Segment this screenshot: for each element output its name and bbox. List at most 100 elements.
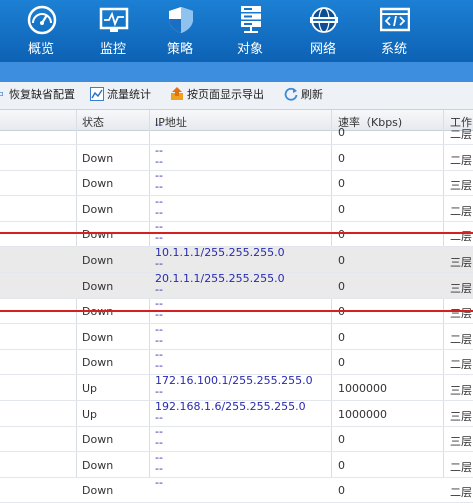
status-cell: Up bbox=[82, 382, 98, 395]
ip-cell: 172.16.100.1/255.255.255.0 -- bbox=[155, 375, 313, 397]
mode-cell: 三层 bbox=[450, 179, 472, 192]
export-label: 按页面显示导出 bbox=[187, 88, 264, 101]
table-row[interactable]: Up 192.168.1.6/255.255.255.0 -- 1000000 三层 bbox=[0, 401, 473, 427]
table-row[interactable]: Down ---- 0 三层 bbox=[0, 426, 473, 452]
traffic-stats-label: 流量统计 bbox=[107, 88, 151, 101]
nav-label: 策略 bbox=[166, 42, 193, 57]
ip-address: 10.1.1.1/255.255.255.0 bbox=[155, 246, 285, 259]
toolbar: 恢复缺省配置 流量统计 按页面显示导出 刷新 bbox=[0, 82, 473, 110]
ip-address: 172.16.100.1/255.255.255.0 bbox=[155, 374, 313, 387]
refresh-button[interactable]: 刷新 bbox=[284, 86, 323, 105]
table-row[interactable]: Down -- -- 0 二层 bbox=[0, 196, 473, 222]
table-row[interactable]: Down -- -- 0 二层 bbox=[0, 145, 473, 171]
mode-cell: 二层 bbox=[450, 461, 472, 474]
mode-cell: 二层 bbox=[450, 128, 472, 141]
ip-cell: -- bbox=[155, 477, 163, 488]
ip-cell: -- -- bbox=[155, 145, 163, 167]
highlight-line-bottom bbox=[0, 310, 473, 312]
table-row[interactable]: -- 0 二层 bbox=[0, 119, 473, 145]
nav-label: 概览 bbox=[27, 42, 54, 57]
ip-cell: -- -- bbox=[155, 349, 163, 371]
speed-cell: 0 bbox=[338, 459, 345, 472]
ip-address: -- bbox=[155, 118, 163, 131]
ip-cell: -- -- bbox=[155, 298, 163, 320]
ip-address: -- bbox=[155, 476, 163, 489]
ip-secondary: -- bbox=[155, 283, 163, 296]
mode-cell: 三层 bbox=[450, 410, 472, 423]
nav-item-policy[interactable]: 策略 bbox=[149, 0, 211, 62]
table-row[interactable]: Down -- -- 0 二层 bbox=[0, 452, 473, 478]
speed-cell: 0 bbox=[338, 203, 345, 216]
mode-cell: 二层 bbox=[450, 486, 472, 499]
speed-cell: 0 bbox=[338, 228, 345, 241]
server-rack-icon bbox=[241, 6, 261, 33]
table-row[interactable]: Down -- -- 0 二层 bbox=[0, 221, 473, 247]
status-cell: Down bbox=[82, 484, 114, 497]
shield-icon bbox=[169, 7, 193, 33]
status-cell: Down bbox=[82, 280, 114, 293]
ip-address: 20.1.1.1/255.255.255.0 bbox=[155, 272, 285, 285]
speed-cell: 0 bbox=[338, 356, 345, 369]
ip-cell: -- -- bbox=[155, 452, 163, 474]
status-cell: Down bbox=[82, 356, 114, 369]
mode-cell: 三层 bbox=[450, 282, 472, 295]
ip-secondary: -- bbox=[155, 385, 163, 398]
table-row[interactable]: Down 10.1.1.1/255.255.255.0 -- 0 三层 bbox=[0, 247, 473, 273]
export-button[interactable]: 按页面显示导出 bbox=[170, 86, 264, 105]
nav-item-network[interactable]: 网络 bbox=[292, 0, 354, 62]
speed-cell: 0 bbox=[338, 280, 345, 293]
table-row[interactable]: Up 172.16.100.1/255.255.255.0 -- 1000000 三层 bbox=[0, 375, 473, 401]
ip-cell: 20.1.1.1/255.255.255.0 -- bbox=[155, 273, 285, 295]
speed-cell: 0 bbox=[338, 433, 345, 446]
status-cell: Down bbox=[82, 152, 114, 165]
nav-item-monitor[interactable]: 监控 bbox=[82, 0, 144, 62]
ip-secondary: -- bbox=[155, 436, 163, 449]
ip-cell: -- -- bbox=[155, 426, 163, 448]
monitor-icon bbox=[99, 7, 129, 32]
table-row[interactable]: Down ---- 0 三层 bbox=[0, 170, 473, 196]
mode-cell: 三层 bbox=[450, 384, 472, 397]
mode-cell: 二层 bbox=[450, 358, 472, 371]
table-row[interactable]: Down 20.1.1.1/255.255.255.0 -- 0 三层 bbox=[0, 273, 473, 299]
mode-cell: 二层 bbox=[450, 205, 472, 218]
ip-secondary: -- bbox=[155, 411, 163, 424]
top-navigation-bar: 概览 监控 策略 对象 网络 系统 bbox=[0, 0, 473, 62]
ip-secondary: -- bbox=[155, 359, 163, 372]
ip-cell: 10.1.1.1/255.255.255.0 -- bbox=[155, 247, 285, 269]
status-cell: Down bbox=[82, 177, 114, 190]
ip-cell: 192.168.1.6/255.255.255.0 -- bbox=[155, 401, 306, 423]
status-cell: Down bbox=[82, 228, 114, 241]
speed-cell: 1000000 bbox=[338, 408, 387, 421]
restore-icon bbox=[0, 91, 3, 97]
restore-default-button[interactable]: 恢复缺省配置 bbox=[0, 86, 75, 105]
ip-secondary: -- bbox=[155, 155, 163, 168]
nav-label: 网络 bbox=[309, 42, 336, 57]
status-cell: Up bbox=[82, 408, 98, 421]
status-cell: Down bbox=[82, 254, 114, 267]
sub-navigation-bar bbox=[0, 62, 473, 82]
speed-cell: 0 bbox=[338, 254, 345, 267]
table-row[interactable]: Down -- -- 0 二层 bbox=[0, 324, 473, 350]
mode-cell: 二层 bbox=[450, 333, 472, 346]
speed-cell: 0 bbox=[338, 177, 345, 190]
nav-item-overview[interactable]: 概览 bbox=[10, 0, 72, 62]
export-arrow-icon bbox=[171, 87, 183, 100]
nav-item-objects[interactable]: 对象 bbox=[219, 0, 281, 62]
traffic-stats-button[interactable]: 流量统计 bbox=[90, 86, 151, 105]
code-window-icon bbox=[380, 7, 410, 32]
nav-label: 对象 bbox=[236, 42, 263, 57]
refresh-icon bbox=[284, 87, 298, 101]
ip-address: 192.168.1.6/255.255.255.0 bbox=[155, 400, 306, 413]
mode-cell: 二层 bbox=[450, 154, 472, 167]
speed-cell: 1000000 bbox=[338, 382, 387, 395]
mode-cell: 二层 bbox=[450, 230, 472, 243]
ip-secondary: -- bbox=[155, 180, 163, 193]
nav-item-system[interactable]: 系统 bbox=[363, 0, 425, 62]
ip-cell: -- -- bbox=[155, 196, 163, 218]
nav-label: 系统 bbox=[380, 42, 407, 57]
table-row[interactable]: Down -- 0 二层 bbox=[0, 477, 473, 503]
table-row[interactable]: Down -- -- 0 二层 bbox=[0, 349, 473, 375]
status-cell: Down bbox=[82, 331, 114, 344]
ip-cell: -- -- bbox=[155, 170, 163, 192]
mode-cell: 三层 bbox=[450, 307, 472, 320]
